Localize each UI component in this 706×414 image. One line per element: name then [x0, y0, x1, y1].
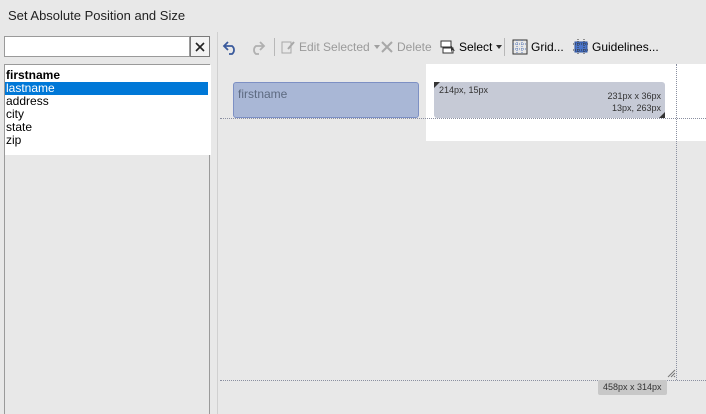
select-button[interactable]: Select [440, 36, 503, 58]
window-title: Set Absolute Position and Size [8, 8, 186, 23]
resize-handle-bottom-right[interactable] [659, 112, 665, 118]
edit-icon [281, 41, 295, 54]
grid-button[interactable]: Grid... [512, 36, 564, 58]
design-canvas[interactable]: firstname 214px, 15px 231px x 36px 13px,… [220, 62, 706, 414]
field-item-state[interactable]: state [5, 121, 208, 134]
guideline-horizontal [220, 118, 706, 119]
filter-input[interactable] [4, 36, 190, 57]
field-list[interactable]: firstname lastname address city state zi… [4, 64, 211, 414]
guidelines-label: Guidelines... [592, 40, 659, 54]
guidelines-icon [573, 39, 589, 55]
label-element-firstname[interactable]: firstname [233, 82, 419, 118]
field-item-address[interactable]: address [5, 95, 208, 108]
field-item-zip[interactable]: zip [5, 134, 208, 147]
redo-button[interactable] [248, 36, 266, 58]
selected-element[interactable]: 214px, 15px 231px x 36px 13px, 263px [434, 82, 665, 118]
edit-selected-button[interactable]: Edit Selected [280, 36, 380, 58]
field-list-empty-area [5, 155, 209, 414]
toolbar-separator [274, 38, 275, 56]
delete-button[interactable]: Delete [380, 36, 432, 58]
title-bar: Set Absolute Position and Size [0, 0, 706, 32]
canvas-resize-grip-icon[interactable] [666, 368, 676, 378]
delete-label: Delete [397, 40, 432, 54]
close-icon [195, 41, 205, 52]
chevron-down-icon [373, 45, 380, 49]
canvas-right-guideline [676, 64, 677, 380]
toolbar-separator [504, 38, 505, 56]
chevron-down-icon [496, 45, 503, 49]
grid-icon [512, 39, 528, 55]
delete-icon [381, 41, 393, 53]
canvas-size-badge: 458px x 314px [598, 380, 667, 395]
label-element-text: firstname [238, 87, 288, 101]
clear-filter-button[interactable] [190, 36, 210, 57]
undo-button[interactable] [222, 36, 240, 58]
select-icon [440, 40, 455, 54]
redo-icon [253, 41, 266, 55]
filter-bar [4, 36, 210, 58]
field-panel: firstname lastname address city state zi… [0, 32, 218, 414]
grid-label: Grid... [531, 40, 564, 54]
guidelines-button[interactable]: Guidelines... [572, 36, 659, 58]
element-position-text: 214px, 15px [439, 85, 489, 95]
field-item-city[interactable]: city [5, 108, 208, 121]
toolbar: Edit Selected Delete Select Grid... Guid… [218, 32, 706, 62]
element-right-bottom-text: 13px, 263px [611, 103, 661, 113]
edit-selected-label: Edit Selected [299, 40, 370, 54]
element-size-text: 231px x 36px [607, 91, 661, 101]
undo-icon [222, 41, 235, 55]
select-label: Select [459, 40, 493, 54]
